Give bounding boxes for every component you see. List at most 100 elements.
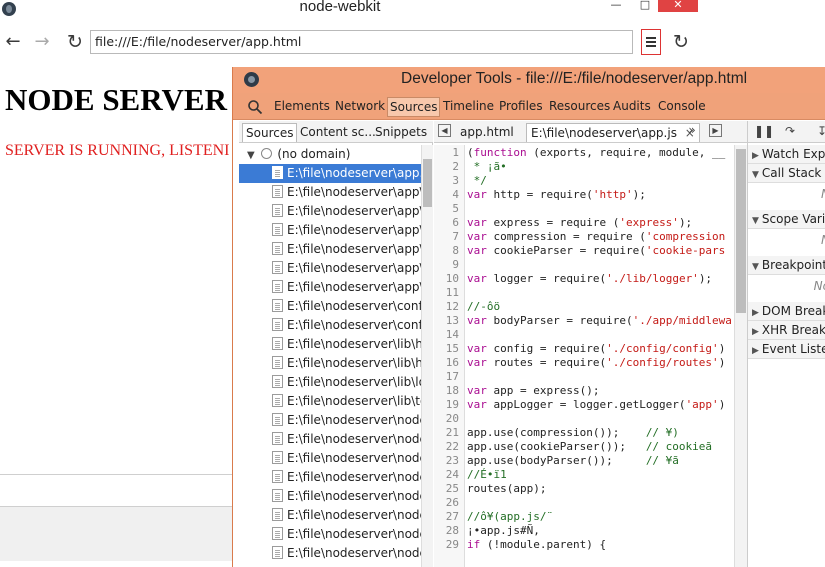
line-number[interactable]: 18 [434, 384, 463, 398]
code-line[interactable]: 14 [434, 328, 734, 342]
tab-resources[interactable]: Resources [547, 97, 612, 117]
tree-file-item[interactable]: E:\file\nodeserver\config [239, 297, 421, 316]
tree-file-item[interactable]: E:\file\nodeserver\app\se [239, 278, 421, 297]
tree-file-item[interactable]: E:\file\nodeserver\node_ [239, 449, 421, 468]
line-number[interactable]: 9 [434, 258, 463, 272]
tab-audits[interactable]: Audits [611, 97, 653, 117]
tree-file-item[interactable]: E:\file\nodeserver\node_ [239, 411, 421, 430]
more-tabs-icon[interactable]: » [684, 123, 700, 139]
code-line[interactable]: 11 [434, 286, 734, 300]
line-number[interactable]: 8 [434, 244, 463, 258]
close-button[interactable]: ✕ [658, 0, 698, 12]
code-line[interactable]: 22 app.use(cookieParser()); // cookieã [434, 440, 734, 454]
code-line[interactable]: 4 var http = require('http'); [434, 188, 734, 202]
minimize-button[interactable]: — [603, 0, 629, 12]
code-line[interactable]: 26 [434, 496, 734, 510]
line-number[interactable]: 11 [434, 286, 463, 300]
step-into-icon[interactable]: ↧ [814, 124, 825, 140]
code-line[interactable]: 1 (function (exports, require, module, __ [434, 146, 734, 160]
debugger-section-header[interactable]: ▼Scope Varia [748, 210, 825, 229]
tree-file-item[interactable]: E:\file\nodeserver\app\se [239, 259, 421, 278]
line-number[interactable]: 4 [434, 188, 463, 202]
tree-file-item[interactable]: E:\file\nodeserver\config [239, 316, 421, 335]
tree-folder-no-domain[interactable]: ▼ (no domain) [239, 145, 421, 164]
code-line[interactable]: 20 [434, 412, 734, 426]
code-line[interactable]: 8 var cookieParser = require('cookie-pars [434, 244, 734, 258]
code-line[interactable]: 2 * ¡ã• [434, 160, 734, 174]
tab-timeline[interactable]: Timeline [441, 97, 496, 117]
line-number[interactable]: 27 [434, 510, 463, 524]
tree-file-item[interactable]: E:\file\nodeserver\node_ [239, 525, 421, 544]
nav-tab-snippets[interactable]: Snippets [372, 123, 430, 142]
debugger-section-header[interactable]: ▶ Watch Expr [748, 145, 825, 164]
nav-tab-sources[interactable]: Sources [242, 123, 298, 142]
code-area[interactable]: 1 (function (exports, require, module, __… [434, 145, 734, 567]
tree-file-item[interactable]: E:\file\nodeserver\lib\htt [239, 354, 421, 373]
code-line[interactable]: 3 */ [434, 174, 734, 188]
back-arrow-icon[interactable]: ← [2, 31, 24, 53]
line-number[interactable]: 12 [434, 300, 463, 314]
toggle-debugger-icon[interactable]: ▶ [709, 124, 722, 137]
code-line[interactable]: 17 [434, 370, 734, 384]
line-number[interactable]: 1 [434, 146, 463, 160]
line-number[interactable]: 10 [434, 272, 463, 286]
tab-console[interactable]: Console [656, 97, 708, 117]
code-line[interactable]: 21 app.use(compression()); // ¥) [434, 426, 734, 440]
address-bar[interactable]: file:///E:/file/nodeserver/app.html [90, 30, 633, 54]
code-line[interactable]: 5 [434, 202, 734, 216]
line-number[interactable]: 2 [434, 160, 463, 174]
code-line[interactable]: 24 //É•ï1 [434, 468, 734, 482]
tab-elements[interactable]: Elements [272, 97, 332, 117]
tab-network[interactable]: Network [333, 97, 387, 117]
line-number[interactable]: 29 [434, 538, 463, 552]
code-line[interactable]: 15 var config = require('./config/config'… [434, 342, 734, 356]
line-number[interactable]: 6 [434, 216, 463, 230]
editor-tab-app-html[interactable]: app.html [456, 123, 518, 142]
code-line[interactable]: 7 var compression = require ('compression [434, 230, 734, 244]
debugger-section-header[interactable]: ▼Breakpoints [748, 256, 825, 275]
debugger-section-header[interactable]: ▶ DOM Break [748, 302, 825, 321]
debugger-section-header[interactable]: ▶ XHR Break [748, 321, 825, 340]
pause-icon[interactable]: ❚❚ [754, 124, 774, 140]
reload-icon[interactable]: ↻ [64, 31, 86, 53]
line-number[interactable]: 24 [434, 468, 463, 482]
line-number[interactable]: 19 [434, 398, 463, 412]
code-line[interactable]: 28 ¡•app.js#Ñ, [434, 524, 734, 538]
tree-file-item[interactable]: E:\file\nodeserver\lib\toc [239, 392, 421, 411]
code-line[interactable]: 9 [434, 258, 734, 272]
code-line[interactable]: 18 var app = express(); [434, 384, 734, 398]
line-number[interactable]: 28 [434, 524, 463, 538]
search-icon[interactable] [247, 99, 263, 115]
tree-file-item[interactable]: E:\file\nodeserver\app\se [239, 202, 421, 221]
code-line[interactable]: 29 if (!module.parent) { [434, 538, 734, 552]
line-number[interactable]: 7 [434, 230, 463, 244]
maximize-button[interactable]: □ [632, 0, 658, 12]
tree-file-item[interactable]: E:\file\nodeserver\app\se [239, 240, 421, 259]
nav-tab-content-scripts[interactable]: Content sc... [297, 123, 379, 142]
debugger-section-header[interactable]: ▼ Call Stack [748, 164, 825, 183]
line-number[interactable]: 5 [434, 202, 463, 216]
code-line[interactable]: 13 var bodyParser = require('./app/middle… [434, 314, 734, 328]
tree-file-item[interactable]: E:\file\nodeserver\node_ [239, 544, 421, 563]
tree-file-item[interactable]: E:\file\nodeserver\node_ [239, 487, 421, 506]
code-line[interactable]: 23 app.use(bodyParser()); // ¥ã [434, 454, 734, 468]
tree-file-item[interactable]: E:\file\nodeserver\node_ [239, 506, 421, 525]
line-number[interactable]: 16 [434, 356, 463, 370]
scrollbar-thumb[interactable] [423, 159, 432, 207]
code-line[interactable]: 6 var express = require ('express'); [434, 216, 734, 230]
code-line[interactable]: 27 //ô¥(app.js/¨ [434, 510, 734, 524]
line-number[interactable]: 14 [434, 328, 463, 342]
code-line[interactable]: 10 var logger = require('./lib/logger'); [434, 272, 734, 286]
forward-arrow-icon[interactable]: → [31, 31, 53, 53]
debugger-section-header[interactable]: ▶Event Lister [748, 340, 825, 359]
step-over-icon[interactable]: ↷ [782, 124, 798, 140]
tab-sources[interactable]: Sources [387, 97, 441, 117]
menu-hamburger-icon[interactable] [641, 29, 661, 55]
code-line[interactable]: 16 var routes = require('./config/routes'… [434, 356, 734, 370]
tree-file-item[interactable]: E:\file\nodeserver\node_ [239, 468, 421, 487]
tree-file-item[interactable]: E:\file\nodeserver\app\m [239, 183, 421, 202]
line-number[interactable]: 20 [434, 412, 463, 426]
line-number[interactable]: 3 [434, 174, 463, 188]
line-number[interactable]: 25 [434, 482, 463, 496]
line-number[interactable]: 26 [434, 496, 463, 510]
